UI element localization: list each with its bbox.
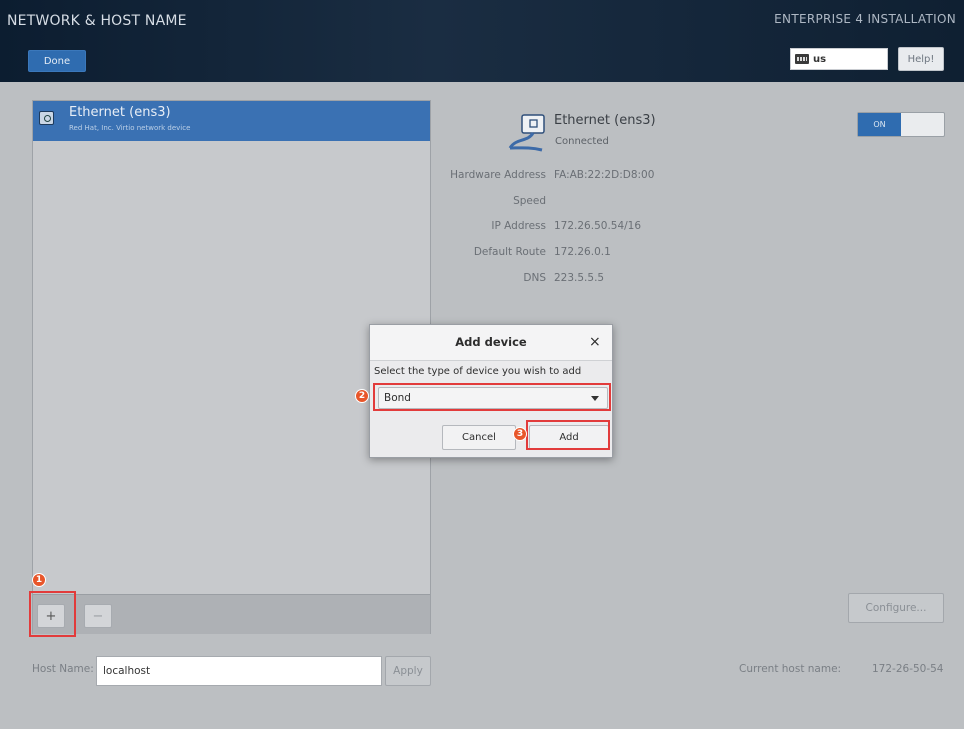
highlight-device-type [373, 383, 611, 411]
device-list-toolbar: + − [33, 594, 430, 634]
page-title: NETWORK & HOST NAME [7, 13, 187, 29]
default-route-value: 172.26.0.1 [554, 246, 611, 258]
device-list-item-name: Ethernet (ens3) [69, 105, 171, 120]
host-name-label: Host Name: [32, 663, 94, 675]
ethernet-icon [39, 111, 54, 125]
cancel-button[interactable]: Cancel [442, 425, 516, 450]
current-host-name-value: 172-26-50-54 [872, 663, 944, 675]
hardware-address-value: FA:AB:22:2D:D8:00 [554, 169, 655, 181]
host-name-input[interactable] [96, 656, 382, 686]
help-button[interactable]: Help! [898, 47, 944, 71]
device-list-item-description: Red Hat, Inc. Virtio network device [69, 124, 191, 132]
close-icon[interactable]: × [589, 334, 601, 350]
keyboard-layout-label: us [813, 53, 827, 65]
dialog-title: Add device [455, 335, 527, 349]
default-route-label: Default Route [473, 246, 546, 258]
remove-device-button[interactable]: − [84, 604, 112, 628]
dns-label: DNS [523, 272, 546, 284]
device-name: Ethernet (ens3) [554, 113, 656, 128]
done-button[interactable]: Done [28, 50, 86, 72]
dialog-prompt: Select the type of device you wish to ad… [374, 366, 582, 377]
ip-address-value: 172.26.50.54/16 [554, 220, 642, 232]
toggle-on-label: ON [858, 113, 901, 136]
highlight-add-button [526, 420, 610, 450]
header-bar: NETWORK & HOST NAME Done ENTERPRISE 4 IN… [0, 0, 964, 82]
keyboard-icon [795, 54, 809, 64]
speed-label: Speed [513, 195, 546, 207]
highlight-add-device [29, 591, 76, 637]
step-badge-3: 3 [513, 427, 527, 441]
network-cable-icon [508, 114, 545, 152]
step-badge-2: 2 [355, 389, 369, 403]
device-status: Connected [555, 136, 609, 147]
step-badge-1: 1 [32, 573, 46, 587]
dns-value: 223.5.5.5 [554, 272, 605, 284]
hardware-address-label: Hardware Address [450, 169, 546, 181]
ip-address-label: IP Address [491, 220, 546, 232]
device-on-toggle[interactable]: ON [857, 112, 945, 137]
device-list-item[interactable]: Ethernet (ens3) Red Hat, Inc. Virtio net… [33, 101, 430, 141]
installation-title: ENTERPRISE 4 INSTALLATION [774, 12, 956, 26]
configure-button[interactable]: Configure... [848, 593, 944, 623]
current-host-name-label: Current host name: [739, 663, 842, 675]
apply-button[interactable]: Apply [385, 656, 431, 686]
dialog-titlebar: Add device × [370, 325, 612, 361]
keyboard-layout-indicator[interactable]: us [790, 48, 888, 70]
